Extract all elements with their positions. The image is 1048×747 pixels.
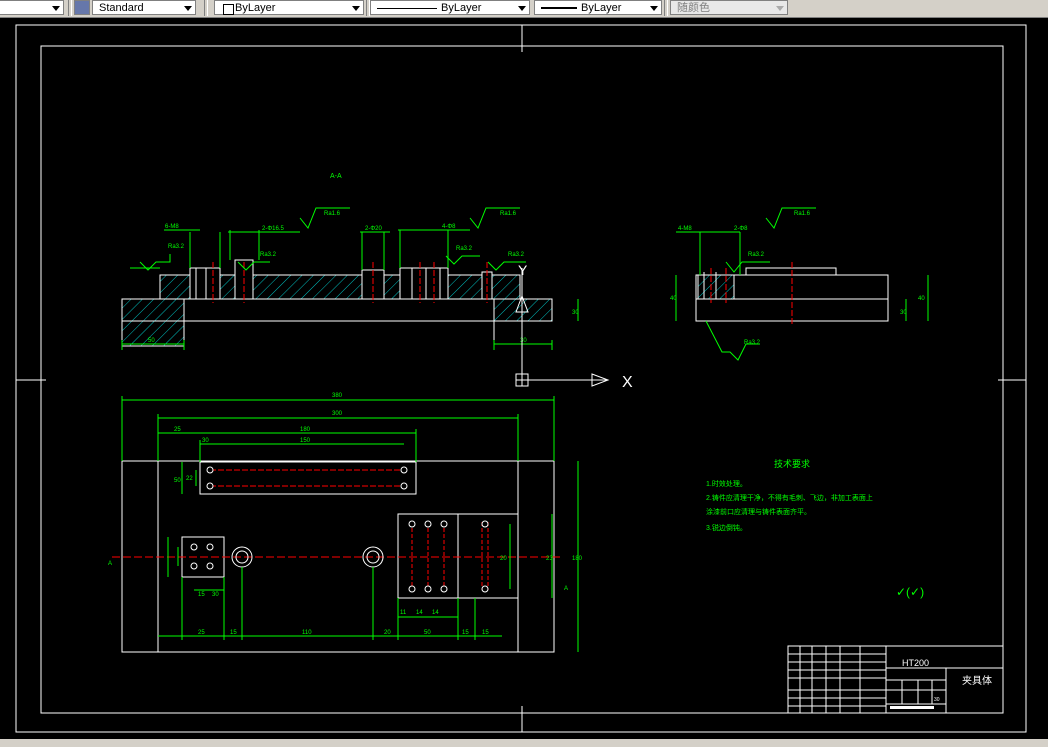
axis-x-label: X (622, 374, 633, 391)
svg-text:20: 20 (384, 630, 391, 636)
svg-text:Ra3.2: Ra3.2 (748, 252, 765, 258)
svg-text:15: 15 (482, 630, 489, 636)
svg-text:25: 25 (174, 427, 181, 433)
svg-text:30: 30 (202, 438, 209, 444)
svg-text:Ra3.2: Ra3.2 (508, 252, 525, 258)
svg-text:A: A (564, 586, 568, 592)
chevron-down-icon (518, 6, 526, 11)
svg-text:14: 14 (416, 610, 423, 616)
plot-style-value: 随颜色 (677, 2, 710, 14)
horizontal-scrollbar[interactable] (0, 739, 1048, 747)
chevron-down-icon (184, 6, 192, 11)
svg-text:Ra1.6: Ra1.6 (500, 211, 517, 217)
svg-text:Ra1.6: Ra1.6 (794, 211, 811, 217)
svg-text:50: 50 (148, 338, 155, 344)
svg-text:50: 50 (424, 630, 431, 636)
color-value: ByLayer (235, 2, 276, 14)
svg-text:A: A (108, 561, 112, 567)
svg-text:50: 50 (174, 478, 181, 484)
svg-text:Ra3.2: Ra3.2 (456, 246, 473, 252)
svg-text:380: 380 (332, 393, 343, 399)
chevron-down-icon (52, 6, 60, 11)
title-block-bar (890, 706, 934, 709)
linetype-sample (377, 8, 437, 9)
svg-text:15: 15 (462, 630, 469, 636)
plan-view (112, 460, 560, 653)
svg-text:15: 15 (230, 630, 237, 636)
svg-text:14: 14 (432, 610, 439, 616)
svg-text:30: 30 (520, 338, 527, 344)
separator (204, 0, 208, 16)
svg-text:30: 30 (212, 592, 219, 598)
front-section-view (121, 259, 553, 347)
linetype-dropdown[interactable]: ByLayer (370, 0, 530, 15)
text-style-dropdown[interactable]: Standard (92, 0, 196, 15)
svg-text:15: 15 (198, 592, 205, 598)
svg-text:180: 180 (572, 556, 583, 562)
svg-text:180: 180 (300, 427, 311, 433)
svg-text:110: 110 (302, 630, 312, 636)
chevron-down-icon (352, 6, 360, 11)
linetype-value: ByLayer (441, 2, 482, 14)
text-style-value: Standard (99, 2, 144, 14)
svg-text:Ra3.2: Ra3.2 (168, 244, 185, 250)
svg-text:4-M8: 4-M8 (678, 226, 692, 232)
cad-drawing: A-A 6-M8 2-Φ16.5 2-Φ20 4-Φ8 Ra3.2 Ra3.2 … (15, 24, 1027, 733)
svg-text:2-Φ16.5: 2-Φ16.5 (262, 226, 284, 232)
svg-text:25: 25 (198, 630, 205, 636)
chevron-down-icon (776, 6, 784, 11)
color-dropdown[interactable]: ByLayer (214, 0, 364, 15)
lineweight-sample (541, 7, 577, 9)
properties-toolbar: Standard ByLayer ByLayer ByLayer 随颜色 (0, 0, 1048, 18)
layer-dropdown[interactable] (0, 0, 64, 15)
svg-text:20: 20 (500, 556, 507, 562)
svg-text:Ra3.2: Ra3.2 (260, 252, 277, 258)
material-label: HT200 (902, 658, 929, 668)
tech-title: 技术要求 (774, 458, 810, 469)
ucs-icon (515, 268, 610, 387)
chevron-down-icon (650, 6, 658, 11)
roughness-other: ✓(✓) (896, 585, 924, 599)
svg-text:6-M8: 6-M8 (165, 224, 179, 230)
svg-text:300: 300 (332, 411, 343, 417)
outer-frame (15, 24, 1027, 733)
svg-text:22: 22 (186, 476, 193, 482)
svg-text:2-Φ20: 2-Φ20 (365, 226, 382, 232)
side-view (695, 262, 889, 325)
svg-text:11: 11 (400, 610, 407, 616)
svg-text:Ra3.2: Ra3.2 (744, 340, 761, 346)
tech-line-2: 2.铸件应清理干净，不得有毛刺、飞边，非加工表面上 (706, 493, 873, 502)
separator (664, 0, 668, 16)
svg-text:30: 30 (900, 310, 907, 316)
tech-line-4: 3.锐边倒钝。 (706, 523, 747, 532)
section-label: A-A (330, 173, 342, 180)
axis-y-label: Y (518, 262, 528, 278)
svg-text:30: 30 (572, 310, 579, 316)
svg-text:23: 23 (546, 556, 553, 562)
part-name: 夹具体 (962, 674, 992, 687)
plan-dim-lines (121, 396, 579, 652)
tech-line-3: 涂漆前口应清理与铸件表面齐平。 (706, 507, 811, 516)
svg-text:4-Φ8: 4-Φ8 (442, 224, 456, 230)
separator (68, 0, 72, 16)
plot-style-dropdown[interactable]: 随颜色 (670, 0, 788, 15)
lineweight-dropdown[interactable]: ByLayer (534, 0, 662, 15)
scale-value: 30 (934, 697, 940, 703)
svg-text:40: 40 (918, 296, 925, 302)
svg-text:2-Φ8: 2-Φ8 (734, 226, 748, 232)
text-style-icon[interactable] (74, 0, 90, 15)
svg-text:150: 150 (300, 438, 311, 444)
tech-line-1: 1.时效处理。 (706, 479, 747, 488)
lineweight-value: ByLayer (581, 2, 622, 14)
svg-text:Ra1.6: Ra1.6 (324, 211, 341, 217)
svg-text:40: 40 (670, 296, 677, 302)
color-swatch-icon (223, 4, 234, 15)
drawing-canvas[interactable]: A-A 6-M8 2-Φ16.5 2-Φ20 4-Φ8 Ra3.2 Ra3.2 … (0, 18, 1048, 747)
